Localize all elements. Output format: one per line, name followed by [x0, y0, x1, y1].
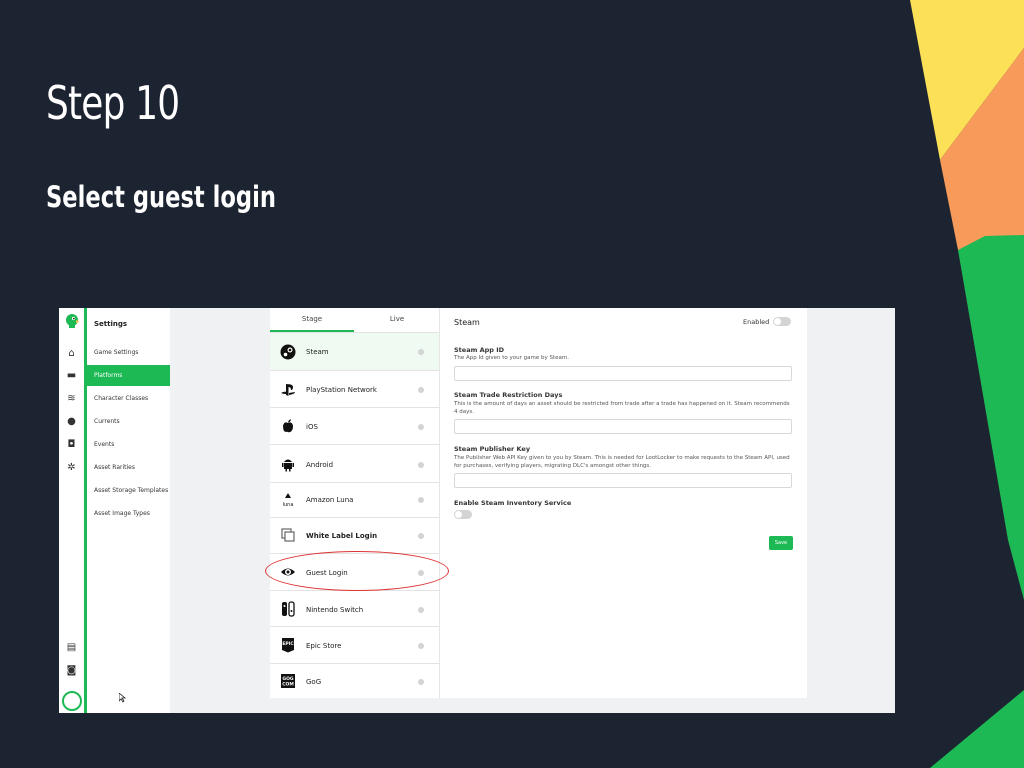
slide-subtitle: Select guest login: [46, 180, 276, 214]
platform-item-playstation[interactable]: PlayStation Network: [270, 370, 439, 407]
layers-icon[interactable]: ≋: [66, 393, 77, 404]
field-label-publisher-key: Steam Publisher Key: [454, 445, 531, 453]
slide-title: Step 10: [46, 76, 180, 130]
document-icon[interactable]: ▤: [66, 642, 77, 653]
user-icon[interactable]: ●: [66, 416, 77, 427]
field-label-trade-restriction: Steam Trade Restriction Days: [454, 391, 563, 399]
platform-label: Epic Store: [306, 642, 342, 650]
status-dot: [418, 462, 424, 468]
svg-text:EPIC: EPIC: [282, 641, 294, 647]
platform-label: PlayStation Network: [306, 386, 377, 394]
nav-item-asset-storage-templates[interactable]: Asset Storage Templates: [87, 480, 170, 501]
platform-item-epic-store[interactable]: EPIC Epic Store: [270, 626, 439, 663]
settings-nav: Settings Game Settings Platforms Charact…: [87, 308, 170, 713]
nav-item-game-settings[interactable]: Game Settings: [87, 342, 170, 363]
svg-text:COM: COM: [282, 682, 294, 688]
gamepad-icon[interactable]: ▬: [66, 370, 77, 381]
platform-label: Steam: [306, 348, 329, 356]
field-help-trade-restriction: This is the amount of days an asset shou…: [454, 401, 790, 415]
nav-item-events[interactable]: Events: [87, 434, 170, 455]
gog-icon: GOGCOM: [281, 674, 295, 688]
detail-title: Steam: [454, 318, 480, 327]
status-dot: [418, 679, 424, 685]
save-button[interactable]: Save: [769, 536, 793, 550]
discord-icon[interactable]: ◙: [66, 665, 77, 676]
status-dot: [418, 643, 424, 649]
luna-icon: luna: [283, 493, 294, 508]
field-help-publisher-key: The Publisher Web API Key given to you b…: [454, 455, 790, 469]
nav-item-character-classes[interactable]: Character Classes: [87, 388, 170, 409]
highlight-ellipse: [265, 551, 449, 591]
home-icon[interactable]: ⌂: [66, 348, 77, 359]
nav-item-asset-image-types[interactable]: Asset Image Types: [87, 503, 170, 524]
platform-detail-panel: Steam Enabled Steam App ID The App Id gi…: [440, 308, 807, 698]
field-label-app-id: Steam App ID: [454, 346, 505, 354]
playstation-icon: [281, 384, 295, 396]
nav-item-asset-rarities[interactable]: Asset Rarities: [87, 457, 170, 478]
status-dot: [418, 349, 424, 355]
nav-item-currents[interactable]: Currents: [87, 411, 170, 432]
platform-item-android[interactable]: Android: [270, 444, 439, 482]
enabled-toggle[interactable]: [773, 317, 791, 326]
platform-label: Nintendo Switch: [306, 606, 364, 614]
events-icon[interactable]: ◘: [66, 439, 77, 450]
platform-label: Amazon Luna: [306, 496, 354, 504]
nav-title: Settings: [94, 320, 128, 328]
inventory-service-label: Enable Steam Inventory Service: [454, 499, 572, 507]
platform-label: GoG: [306, 678, 322, 686]
platform-item-amazon-luna[interactable]: luna Amazon Luna: [270, 482, 439, 517]
status-dot: [418, 387, 424, 393]
white-label-icon: [281, 528, 295, 542]
tab-live[interactable]: Live: [355, 308, 439, 330]
nav-item-platforms[interactable]: Platforms: [87, 365, 170, 386]
steam-icon: [280, 344, 296, 360]
apple-icon: [283, 419, 293, 433]
platform-item-ios[interactable]: iOS: [270, 407, 439, 444]
trade-restriction-input[interactable]: [454, 419, 792, 434]
svg-text:luna: luna: [283, 502, 294, 508]
platform-item-gog[interactable]: GOG COM GoG: [270, 663, 439, 698]
svg-text:GOG: GOG: [282, 676, 294, 682]
inventory-service-toggle[interactable]: [454, 510, 472, 519]
platform-item-steam[interactable]: Steam: [270, 332, 439, 370]
platform-label: White Label Login: [306, 532, 378, 540]
app-screenshot: ⌂ ▬ ≋ ● ◘ ✲ ▤ ◙ Settings Game Settings P…: [59, 308, 895, 713]
status-dot: [418, 497, 424, 503]
platform-label: Android: [306, 461, 334, 469]
status-dot: [418, 607, 424, 613]
switch-icon: [282, 601, 295, 617]
avatar[interactable]: [62, 691, 82, 711]
platform-label: iOS: [306, 423, 318, 431]
enabled-label: Enabled: [743, 318, 770, 326]
status-dot: [418, 533, 424, 539]
android-icon: [282, 459, 294, 472]
publisher-key-input[interactable]: [454, 473, 792, 488]
epic-icon: EPIC: [282, 638, 294, 653]
tab-stage[interactable]: Stage: [270, 308, 354, 332]
icon-rail: ⌂ ▬ ≋ ● ◘ ✲ ▤ ◙: [59, 308, 87, 713]
app-id-input[interactable]: [454, 366, 792, 381]
field-help-app-id: The App Id given to your game by Steam.: [454, 355, 569, 361]
gear-icon[interactable]: ✲: [66, 462, 77, 473]
parrot-logo-icon: [66, 314, 80, 328]
status-dot: [418, 424, 424, 430]
platform-item-nintendo-switch[interactable]: Nintendo Switch: [270, 590, 439, 626]
mouse-cursor-icon: [119, 693, 127, 703]
environment-tabs: Stage Live: [270, 308, 439, 332]
platform-list: Stage Live Steam PlayStation Network iOS…: [270, 308, 440, 698]
platform-item-white-label-login[interactable]: White Label Login: [270, 517, 439, 553]
